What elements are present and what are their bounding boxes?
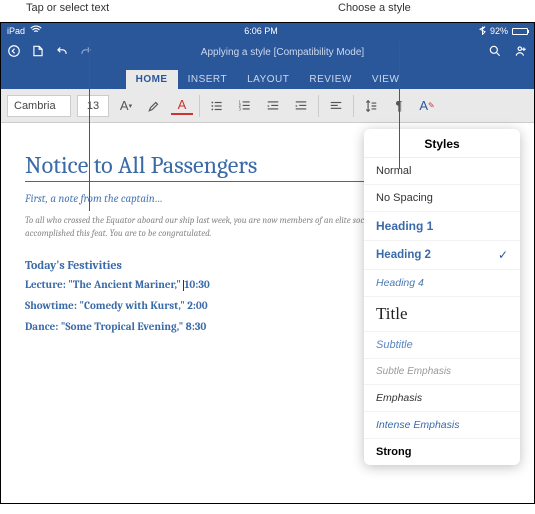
clock: 6:06 PM: [43, 26, 479, 36]
style-label: Heading 1: [376, 219, 433, 233]
svg-text:3: 3: [239, 106, 242, 111]
battery-percent: 92%: [490, 26, 508, 36]
device-label: iPad: [7, 26, 25, 36]
styles-button[interactable]: A✎: [416, 95, 438, 117]
annotation-line-right: [399, 41, 400, 169]
share-button[interactable]: [514, 44, 528, 61]
indent-button[interactable]: [290, 95, 312, 117]
separator: [199, 95, 200, 117]
annotation-choose-style: Choose a style: [338, 2, 411, 14]
style-label: Intense Emphasis: [376, 419, 459, 431]
outdent-button[interactable]: [262, 95, 284, 117]
line-spacing-button[interactable]: [360, 95, 382, 117]
annotation-line-left: [89, 41, 90, 211]
style-option-intense-emphasis[interactable]: Intense Emphasis: [364, 412, 520, 439]
style-label: No Spacing: [376, 192, 433, 204]
style-label: Emphasis: [376, 392, 422, 404]
undo-button[interactable]: [55, 44, 69, 61]
annotation-tap-select: Tap or select text: [26, 2, 109, 14]
tab-insert[interactable]: INSERT: [178, 70, 238, 89]
separator: [318, 95, 319, 117]
bluetooth-icon: [479, 26, 486, 37]
style-label: Title: [376, 304, 408, 324]
ribbon-toolbar: Cambria 13 A▾ A 123 ¶ A✎: [1, 89, 534, 123]
annotation-layer: Tap or select text Choose a style: [0, 0, 535, 22]
style-label: Subtle Emphasis: [376, 366, 451, 377]
style-option-heading-1[interactable]: Heading 1: [364, 212, 520, 241]
check-icon: ✓: [498, 248, 508, 262]
style-label: Heading 2: [376, 249, 431, 261]
style-option-heading-2[interactable]: Heading 2 ✓: [364, 241, 520, 270]
style-option-subtitle[interactable]: Subtitle: [364, 332, 520, 359]
doc-line-1a: Lecture: "The Ancient Mariner,": [25, 278, 183, 291]
document-canvas[interactable]: Notice to All Passengers First, a note f…: [1, 123, 534, 503]
search-button[interactable]: [488, 44, 502, 61]
bullets-button[interactable]: [206, 95, 228, 117]
style-option-subtle-emphasis[interactable]: Subtle Emphasis: [364, 359, 520, 385]
style-option-no-spacing[interactable]: No Spacing: [364, 185, 520, 212]
styles-popover: Styles Normal No Spacing Heading 1 Heading …: [364, 129, 520, 465]
doc-line-1b: 10:30: [184, 278, 209, 291]
style-option-emphasis[interactable]: Emphasis: [364, 385, 520, 412]
tab-layout[interactable]: LAYOUT: [237, 70, 299, 89]
align-left-button[interactable]: [325, 95, 347, 117]
ios-status-bar: iPad 6:06 PM 92%: [1, 23, 534, 39]
font-size-picker[interactable]: 13: [77, 95, 109, 117]
styles-list: NormalNo SpacingHeading 1Heading 2✓Headi…: [364, 158, 520, 465]
highlight-button[interactable]: [143, 95, 165, 117]
wifi-icon: [29, 23, 43, 39]
numbering-button[interactable]: 123: [234, 95, 256, 117]
back-button[interactable]: [7, 44, 21, 61]
style-option-normal[interactable]: Normal: [364, 158, 520, 185]
style-label: Heading 4: [376, 277, 424, 289]
redo-button[interactable]: [79, 44, 93, 61]
document-title: Applying a style [Compatibility Mode]: [97, 47, 468, 58]
title-bar: Applying a style [Compatibility Mode]: [1, 39, 534, 65]
font-color-button[interactable]: A: [171, 97, 193, 115]
tab-review[interactable]: REVIEW: [299, 70, 361, 89]
tab-home[interactable]: HOME: [126, 70, 178, 89]
tab-view[interactable]: VIEW: [362, 70, 410, 89]
popover-title: Styles: [364, 129, 520, 158]
font-format-button[interactable]: A▾: [115, 95, 137, 117]
style-label: Normal: [376, 165, 411, 177]
style-label: Strong: [376, 446, 411, 458]
style-label: Subtitle: [376, 339, 413, 351]
style-option-strong[interactable]: Strong: [364, 439, 520, 465]
app-window: iPad 6:06 PM 92% Applying a style [Compa…: [0, 22, 535, 504]
font-picker[interactable]: Cambria: [7, 95, 71, 117]
battery-icon: [512, 28, 528, 35]
style-option-heading-4[interactable]: Heading 4: [364, 270, 520, 297]
style-option-title[interactable]: Title: [364, 297, 520, 332]
file-actions-button[interactable]: [31, 44, 45, 61]
separator: [353, 95, 354, 117]
ribbon-tabs: HOME INSERT LAYOUT REVIEW VIEW: [1, 65, 534, 89]
